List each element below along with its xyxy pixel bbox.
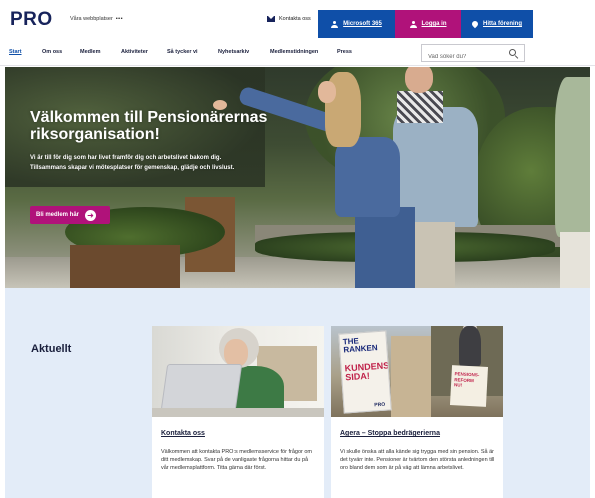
envelope-icon <box>267 16 275 22</box>
become-member-label: Bli medlem här <box>36 212 80 218</box>
news-card-image: PENSIONS- REFORM NU! THE RANKEN KUNDENS SI… <box>331 326 503 417</box>
grid-icon: ▪▪▪ <box>115 16 124 22</box>
nav-item-medlemstidningen[interactable]: Medlemstidningen <box>270 49 318 55</box>
hero-title: Välkommen till Pensionärernas riksorgani… <box>30 109 268 143</box>
user-icon <box>331 20 339 28</box>
our-sites-menu[interactable]: Våra webbplatser ▪▪▪ <box>70 16 123 22</box>
news-card-text: Välkommen att kontakta PRO:s medlemsserv… <box>161 449 312 471</box>
protest-sign: PENSIONS- REFORM NU! <box>449 365 489 407</box>
news-card-title[interactable]: Kontakta oss <box>161 430 205 437</box>
news-card-fraud[interactable]: PENSIONS- REFORM NU! THE RANKEN KUNDENS SI… <box>331 326 503 498</box>
hero-photo-man-head <box>405 67 433 93</box>
nav-item-om-oss[interactable]: Om oss <box>42 49 62 55</box>
top-bar: PRO Våra webbplatser ▪▪▪ Kontakta oss Mic… <box>0 0 595 40</box>
contact-label: Kontakta oss <box>279 16 311 22</box>
hero-photo-woman <box>355 207 415 288</box>
search-icon[interactable] <box>509 49 516 56</box>
location-pin-icon <box>470 19 480 29</box>
user-icon <box>409 20 417 28</box>
hero-photo-planter <box>70 245 180 288</box>
hero-photo-woman <box>335 137 400 217</box>
nav-item-start[interactable]: Start <box>9 49 22 55</box>
nav-item-sa-tycker-vi[interactable]: Så tycker vi <box>167 49 198 55</box>
laptop-image <box>160 364 243 410</box>
hero-photo-man-scarf <box>397 91 443 123</box>
news-section: Aktuellt Kontakta oss Välkommen att kont… <box>5 288 590 498</box>
our-sites-label: Våra webbplatser <box>70 16 113 22</box>
hero-banner <box>5 67 590 288</box>
main-nav: Start Om oss Medlem Aktiviteter Så tycke… <box>0 40 595 66</box>
find-association-button[interactable]: Hitta förening <box>461 10 533 38</box>
hero-photo-person <box>560 232 590 288</box>
news-card-text: Vi skulle önska att alla kände sig trygg… <box>340 449 495 471</box>
nav-item-aktiviteter[interactable]: Aktiviteter <box>121 49 148 55</box>
find-association-label: Hitta förening <box>483 21 522 27</box>
nav-item-press[interactable]: Press <box>337 49 352 55</box>
news-card-contact[interactable]: Kontakta oss Välkommen att kontakta PRO:… <box>152 326 324 498</box>
nav-item-medlem[interactable]: Medlem <box>80 49 100 55</box>
microsoft-365-label: Microsoft 365 <box>343 21 382 27</box>
news-heading: Aktuellt <box>31 343 72 355</box>
news-card-image <box>152 326 324 417</box>
news-card-title[interactable]: Agera – Stoppa bedrägerierna <box>340 430 440 437</box>
search-input[interactable] <box>422 49 502 65</box>
microsoft-365-button[interactable]: Microsoft 365 <box>318 10 395 38</box>
login-label: Logga in <box>421 21 447 27</box>
search-box <box>421 44 525 65</box>
nav-item-nyhetsarkiv[interactable]: Nyhetsarkiv <box>218 49 249 55</box>
become-member-button[interactable]: Bli medlem här ➜ <box>30 206 110 224</box>
protest-sign: THE RANKEN KUNDENS SIDA! PRO <box>338 330 392 414</box>
hero-photo-woman-face <box>318 81 336 103</box>
contact-link[interactable]: Kontakta oss <box>267 16 311 22</box>
hero-photo-person <box>555 77 590 237</box>
hero-text: Vi är till för dig som har livet framför… <box>30 155 235 171</box>
arrow-right-icon: ➜ <box>85 209 97 221</box>
login-button[interactable]: Logga in <box>395 10 461 38</box>
pro-logo[interactable]: PRO <box>10 9 53 31</box>
